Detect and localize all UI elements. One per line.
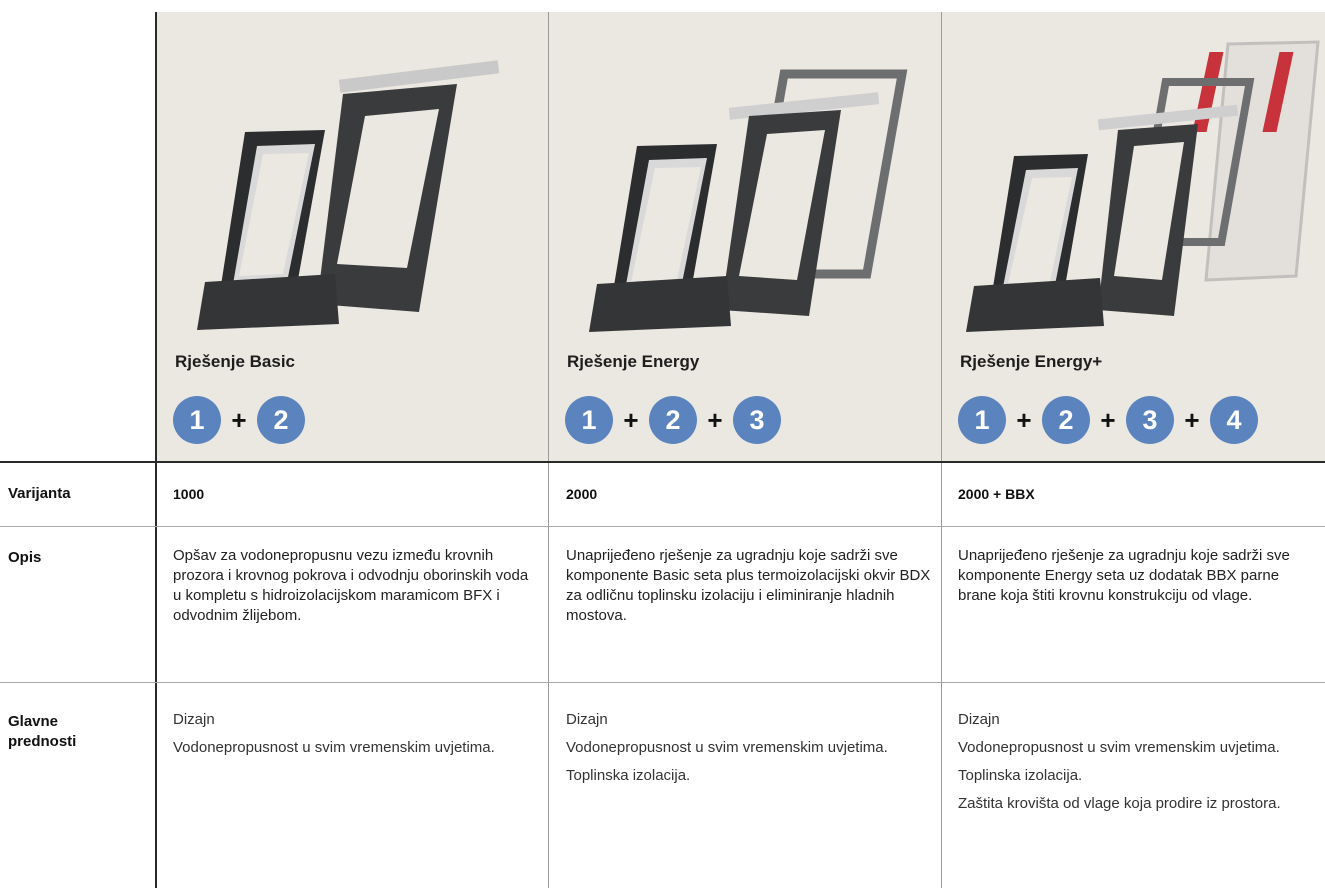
description-energy-plus: Unaprijeđeno rješenje za ugradnju koje s… xyxy=(958,547,1290,604)
column-title: Rješenje Basic xyxy=(175,352,296,371)
description-basic: Opšav za vodonepropusnu vezu između krov… xyxy=(173,547,529,624)
plus-sign: + xyxy=(707,404,723,435)
component-badges: 1 + 2 + 3 + 4 xyxy=(958,396,1258,444)
badge-2: 2 xyxy=(1042,396,1090,444)
benefit-item: Dizajn xyxy=(173,711,215,728)
badge-2: 2 xyxy=(257,396,305,444)
benefit-item: Dizajn xyxy=(958,711,1000,728)
label-column-divider xyxy=(155,12,157,888)
column-title: Rješenje Energy+ xyxy=(960,352,1103,371)
column-divider xyxy=(548,12,549,888)
row-label-variant: Varijanta xyxy=(8,485,71,502)
energy-plus-product-image xyxy=(966,40,1320,332)
description-energy: Unaprijeđeno rješenje za ugradnju koje s… xyxy=(566,547,931,624)
badge-2: 2 xyxy=(649,396,697,444)
benefit-item: Zaštita krovišta od vlage koja prodire i… xyxy=(958,795,1281,812)
benefits-basic: Dizajn Vodonepropusnost u svim vremenski… xyxy=(173,710,539,766)
row-label-benefits: Glavne prednosti xyxy=(8,713,77,750)
benefit-item: Vodonepropusnost u svim vremenskim uvjet… xyxy=(173,739,495,756)
row-divider xyxy=(0,526,1325,527)
benefit-item: Toplinska izolacija. xyxy=(566,767,691,784)
column-header-energy: Rješenje Energy 1 + 2 + 3 xyxy=(549,12,941,461)
plus-sign: + xyxy=(231,404,247,435)
benefits-energy-plus: Dizajn Vodonepropusnost u svim vremenski… xyxy=(958,710,1316,822)
benefit-item: Vodonepropusnost u svim vremenskim uvjet… xyxy=(566,739,888,756)
plus-sign: + xyxy=(1184,404,1200,435)
row-label-description: Opis xyxy=(8,549,42,566)
benefits-energy: Dizajn Vodonepropusnost u svim vremenski… xyxy=(566,710,932,794)
badge-3: 3 xyxy=(733,396,781,444)
energy-product-image xyxy=(589,69,908,332)
variant-energy-plus: 2000 + BBX xyxy=(958,486,1035,502)
basic-product-image xyxy=(197,60,500,330)
header-divider xyxy=(0,461,1325,463)
benefit-item: Vodonepropusnost u svim vremenskim uvjet… xyxy=(958,739,1280,756)
row-divider xyxy=(0,682,1325,683)
component-badges: 1 + 2 + 3 xyxy=(565,396,781,444)
plus-sign: + xyxy=(1016,404,1032,435)
plus-sign: + xyxy=(1100,404,1116,435)
badge-1: 1 xyxy=(173,396,221,444)
column-divider xyxy=(941,12,942,888)
component-badges: 1 + 2 xyxy=(173,396,305,444)
badge-4: 4 xyxy=(1210,396,1258,444)
badge-1: 1 xyxy=(565,396,613,444)
benefit-item: Toplinska izolacija. xyxy=(958,767,1083,784)
column-header-basic: Rješenje Basic 1 + 2 xyxy=(157,12,548,461)
column-header-energy-plus: Rješenje Energy+ 1 + 2 + 3 + 4 xyxy=(942,12,1325,461)
badge-1: 1 xyxy=(958,396,1006,444)
badge-3: 3 xyxy=(1126,396,1174,444)
variant-basic: 1000 xyxy=(173,486,205,502)
variant-energy: 2000 xyxy=(566,486,598,502)
benefit-item: Dizajn xyxy=(566,711,608,728)
column-title: Rješenje Energy xyxy=(567,352,700,371)
plus-sign: + xyxy=(623,404,639,435)
